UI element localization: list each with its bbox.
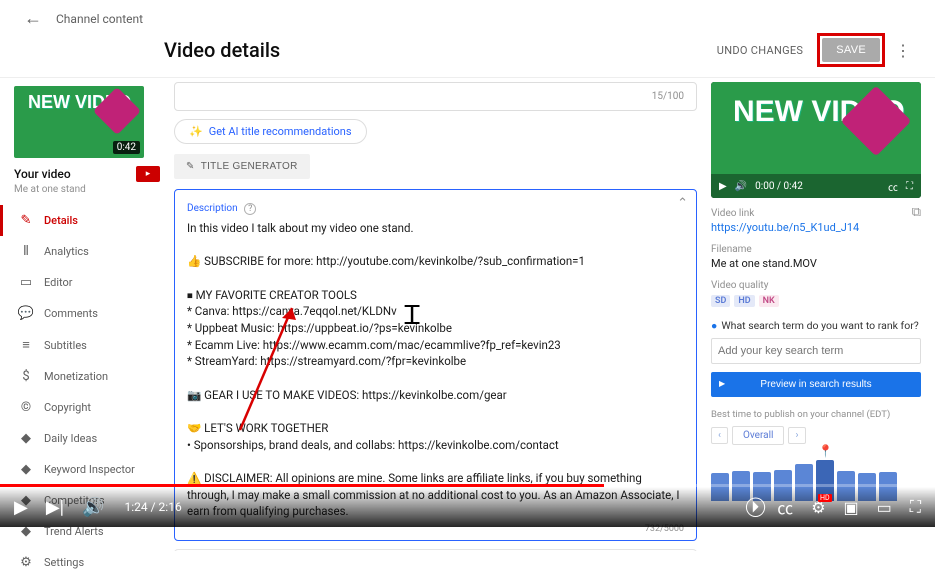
miniplayer-icon[interactable]: ▣ (844, 498, 859, 517)
ai-title-button[interactable]: ✨ Get AI title recommendations (174, 119, 367, 144)
save-button-highlight: SAVE (817, 33, 885, 67)
subtitles-icon: ≡ (14, 337, 38, 353)
sidebar-item-comments[interactable]: 💬Comments (14, 298, 160, 329)
player-time: 1:24 / 2:16 (125, 500, 182, 514)
video-thumbnail[interactable]: NEW VIDEO 0:42 (14, 86, 144, 158)
description-label: Description ? (187, 203, 256, 214)
theater-icon[interactable]: ▭ (877, 498, 892, 517)
sidebar-item-analytics[interactable]: ⫴Analytics (14, 236, 160, 267)
help-icon[interactable]: ? (244, 203, 256, 215)
title-input-box[interactable]: 15/100 (174, 82, 697, 111)
sidebar-item-daily-ideas[interactable]: ◆Daily Ideas (14, 423, 160, 454)
more-options-icon[interactable]: ⋮ (895, 41, 911, 60)
best-time-next[interactable]: › (788, 427, 805, 444)
video-sidebar: NEW VIDEO 0:42 Your video ▸ Me at one st… (0, 78, 160, 551)
channel-watermark: KEVIN KOLBE (860, 463, 915, 473)
diamond-icon: ◆ (14, 431, 38, 446)
video-info-panel: NEW VIDEO ▶ 🔊 0:00 / 0:42 ㏄ ⛶ Video link… (711, 78, 921, 551)
description-text[interactable]: In this video I talk about my video one … (187, 220, 684, 520)
your-video-label: Your video (14, 167, 136, 181)
sidebar-item-monetization[interactable]: $Monetization (14, 361, 160, 392)
copy-link-icon[interactable]: ⧉ (912, 205, 921, 220)
title-char-count: 15/100 (652, 91, 684, 102)
quality-hd-badge: HD (734, 295, 754, 307)
sidebar-item-editor[interactable]: ▭Editor (14, 267, 160, 298)
preview-time: 0:00 / 0:42 (755, 181, 803, 192)
sidebar-item-details[interactable]: ✎Details (0, 205, 160, 236)
pencil-icon: ✎ (14, 213, 38, 228)
best-time-tab-overall[interactable]: Overall (732, 426, 784, 445)
next-icon[interactable]: ▶| (46, 497, 64, 518)
search-term-prompt: ●What search term do you want to rank fo… (711, 319, 921, 332)
video-subtitle: Me at one stand (14, 184, 160, 195)
preview-search-button[interactable]: Preview in search results (711, 372, 921, 397)
volume-icon[interactable]: 🔊 (82, 497, 104, 518)
search-term-input[interactable] (711, 338, 921, 364)
copyright-icon: © (14, 400, 38, 415)
wand-icon: ✎ (186, 161, 195, 172)
preview-volume-icon[interactable]: 🔊 (735, 181, 747, 192)
video-state-badge[interactable]: ▸ (136, 166, 160, 182)
preview-fullscreen-icon[interactable]: ⛶ (906, 181, 913, 192)
thumbnail-duration: 0:42 (113, 141, 140, 154)
play-icon[interactable]: ▶ (14, 497, 28, 518)
video-preview[interactable]: NEW VIDEO ▶ 🔊 0:00 / 0:42 ㏄ ⛶ (711, 82, 921, 198)
preview-cc-icon[interactable]: ㏄ (888, 179, 898, 194)
preview-play-icon[interactable]: ▶ (719, 181, 727, 192)
video-link[interactable]: https://youtu.be/n5_K1ud_J14 (711, 221, 921, 234)
dollar-icon: $ (14, 369, 38, 384)
player-controls: ▶ ▶| 🔊 1:24 / 2:16 ⏵⃝ ㏄ ⚙HD ▣ ▭ ⛶ (0, 487, 935, 527)
video-editor-main: 15/100 ✨ Get AI title recommendations ✎ … (174, 78, 697, 551)
quality-label: Video quality (711, 280, 921, 291)
collapse-icon[interactable]: ⌃ (677, 196, 688, 211)
diamond-icon: ◆ (14, 462, 38, 477)
editor-icon: ▭ (14, 275, 38, 290)
gear-icon: ⚙ (14, 555, 38, 570)
settings-icon[interactable]: ⚙HD (811, 498, 825, 517)
undo-changes-button[interactable]: UNDO CHANGES (717, 44, 804, 57)
analytics-icon: ⫴ (14, 244, 38, 259)
filename-label: Filename (711, 244, 921, 255)
filename-value: Me at one stand.MOV (711, 257, 921, 270)
sparkle-icon: ✨ (189, 125, 203, 138)
comments-icon: 💬 (14, 306, 38, 321)
best-time-prev[interactable]: ‹ (711, 427, 728, 444)
quality-nk-badge: NK (759, 295, 779, 307)
quality-sd-badge: SD (711, 295, 730, 307)
sidebar-item-subtitles[interactable]: ≡Subtitles (14, 329, 160, 361)
sidebar-item-settings[interactable]: ⚙Settings (14, 547, 160, 578)
autoplay-toggle[interactable]: ⏵⃝ (751, 497, 759, 517)
cc-icon[interactable]: ㏄ (777, 495, 793, 519)
title-generator-button[interactable]: ✎ TITLE GENERATOR (174, 154, 310, 179)
sidebar-item-copyright[interactable]: ©Copyright (14, 392, 160, 423)
hd-badge: HD (818, 494, 832, 502)
video-link-label: Video link (711, 208, 921, 219)
fullscreen-icon[interactable]: ⛶ (910, 497, 921, 517)
channel-content-link[interactable]: Channel content (56, 12, 143, 26)
ai-description-generator[interactable]: ✨ AI Description Generator (174, 549, 697, 551)
page-title: Video details (164, 38, 717, 62)
save-button[interactable]: SAVE (822, 38, 880, 62)
best-time-label: Best time to publish on your channel (ED… (711, 409, 921, 420)
back-arrow-icon[interactable]: ← (24, 8, 42, 29)
sidebar-item-keyword-inspector[interactable]: ◆Keyword Inspector (14, 454, 160, 485)
